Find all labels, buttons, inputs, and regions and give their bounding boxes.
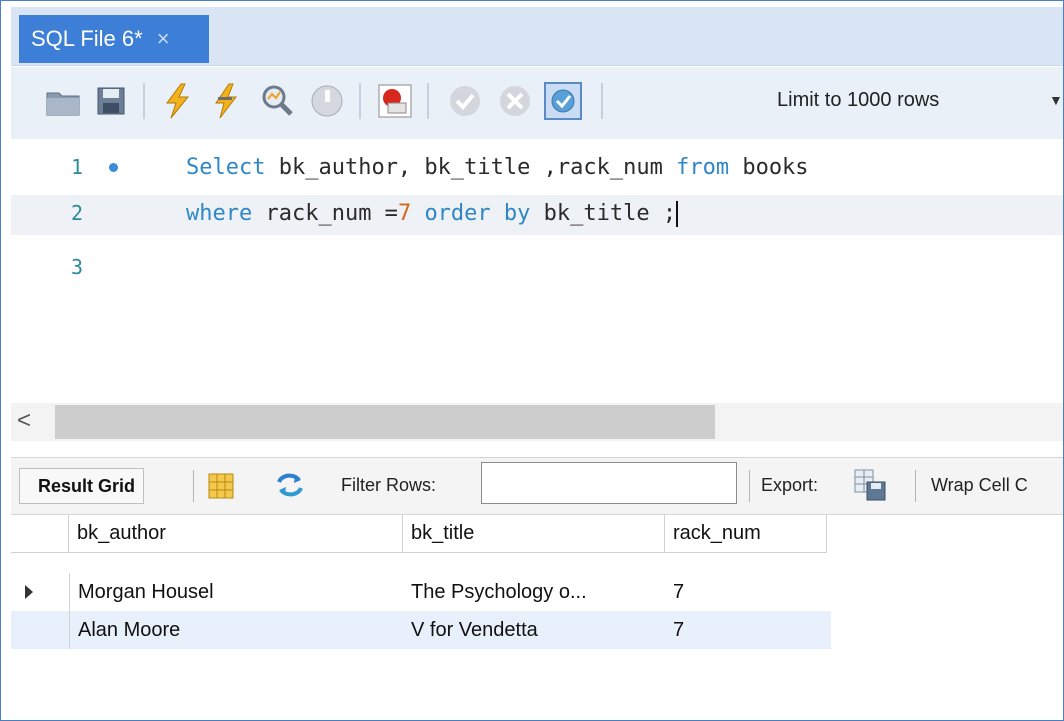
row-selected-icon [25,585,33,599]
sql-text: books [729,155,809,180]
execute-current-icon[interactable] [207,81,247,121]
chevron-down-icon[interactable]: ▼ [1049,92,1063,108]
tab-bar: SQL File 6* × [11,7,1063,66]
grid-header-row: bk_author bk_title rack_num [11,515,831,553]
export-label: Export: [761,475,819,495]
toolbar-separator [427,83,429,119]
toolbar-separator [193,470,194,502]
horizontal-scrollbar[interactable]: < [11,403,1063,441]
sql-text: bk_author, bk_title ,rack_num [265,155,677,180]
result-grid-label: Result Grid [38,475,136,496]
table-cell[interactable]: Morgan Housel [69,573,403,611]
table-row[interactable]: Morgan Housel The Psychology o... 7 [11,573,831,611]
editor-line-2: 2 where rack_num =7 order by bk_title ; [11,195,1063,235]
explain-icon[interactable] [257,81,297,121]
toolbar-separator [601,83,603,119]
sql-keyword: where [186,201,253,226]
results-toolbar: Result Grid Filter Rows: Export: Wrap Ce… [11,457,1063,515]
line-number: 3 [71,255,84,279]
toolbar-separator [915,470,916,502]
sql-keyword: from [676,155,730,180]
column-header[interactable]: bk_author [69,515,403,553]
tab-sql-file[interactable]: SQL File 6* × [19,15,209,63]
table-cell[interactable]: V for Vendetta [403,611,665,649]
toolbar-separator [143,83,145,119]
result-grid-button[interactable]: Result Grid [19,468,145,504]
toggle-errors-icon[interactable] [375,81,415,121]
wrap-cell-content-toggle[interactable]: Wrap Cell C [931,475,1028,496]
table-cell[interactable]: 7 [665,573,827,611]
tab-title: SQL File 6* [31,26,143,51]
editor-line-3: 3 [11,249,1063,289]
table-cell[interactable]: 7 [665,611,827,649]
stop-icon[interactable] [307,81,347,121]
line-number: 1 [71,155,84,179]
column-header[interactable]: rack_num [665,515,827,553]
column-header[interactable]: bk_title [403,515,665,553]
rollback-icon[interactable] [495,81,535,121]
scroll-left-icon[interactable]: < [17,407,31,435]
save-icon[interactable] [91,81,131,121]
open-folder-icon[interactable] [43,81,83,121]
window-frame: SQL File 6* × Limit to 1000 rows ▼ 1 Sel… [0,0,1064,721]
code-line[interactable]: Select bk_author, bk_title ,rack_num fro… [186,155,809,180]
scrollbar-thumb[interactable] [55,405,715,439]
refresh-icon[interactable] [273,470,307,500]
sql-number: 7 [397,201,412,226]
sql-editor[interactable]: 1 Select bk_author, bk_title ,rack_num f… [11,141,1063,399]
table-cell[interactable]: Alan Moore [69,611,403,649]
grid-layout-icon[interactable] [207,472,235,500]
sql-keyword: Select [186,155,266,180]
table-cell[interactable]: The Psychology o... [403,573,665,611]
sql-keyword: order by [424,201,531,226]
sql-text: bk_title ; [530,201,677,226]
execute-icon[interactable] [157,81,197,121]
export-icon[interactable] [853,468,887,502]
limit-rows-select[interactable]: Limit to 1000 rows [777,89,939,112]
toolbar-separator [749,470,750,502]
table-row[interactable]: Alan Moore V for Vendetta 7 [11,611,831,649]
text-cursor [676,201,679,227]
code-line[interactable]: where rack_num =7 order by bk_title ; [186,201,679,227]
editor-toolbar: Limit to 1000 rows ▼ [11,67,1063,139]
editor-line-1: 1 Select bk_author, bk_title ,rack_num f… [11,149,1063,189]
filter-rows-label: Filter Rows: [341,475,437,495]
statement-marker-icon [109,163,118,172]
toolbar-separator [359,83,361,119]
sql-text: rack_num = [252,201,398,226]
row-header-corner [11,515,69,553]
line-number: 2 [71,201,84,225]
commit-icon[interactable] [445,81,485,121]
close-icon[interactable]: × [157,26,170,52]
autocommit-icon[interactable] [543,81,583,121]
filter-rows-input[interactable] [481,462,737,504]
